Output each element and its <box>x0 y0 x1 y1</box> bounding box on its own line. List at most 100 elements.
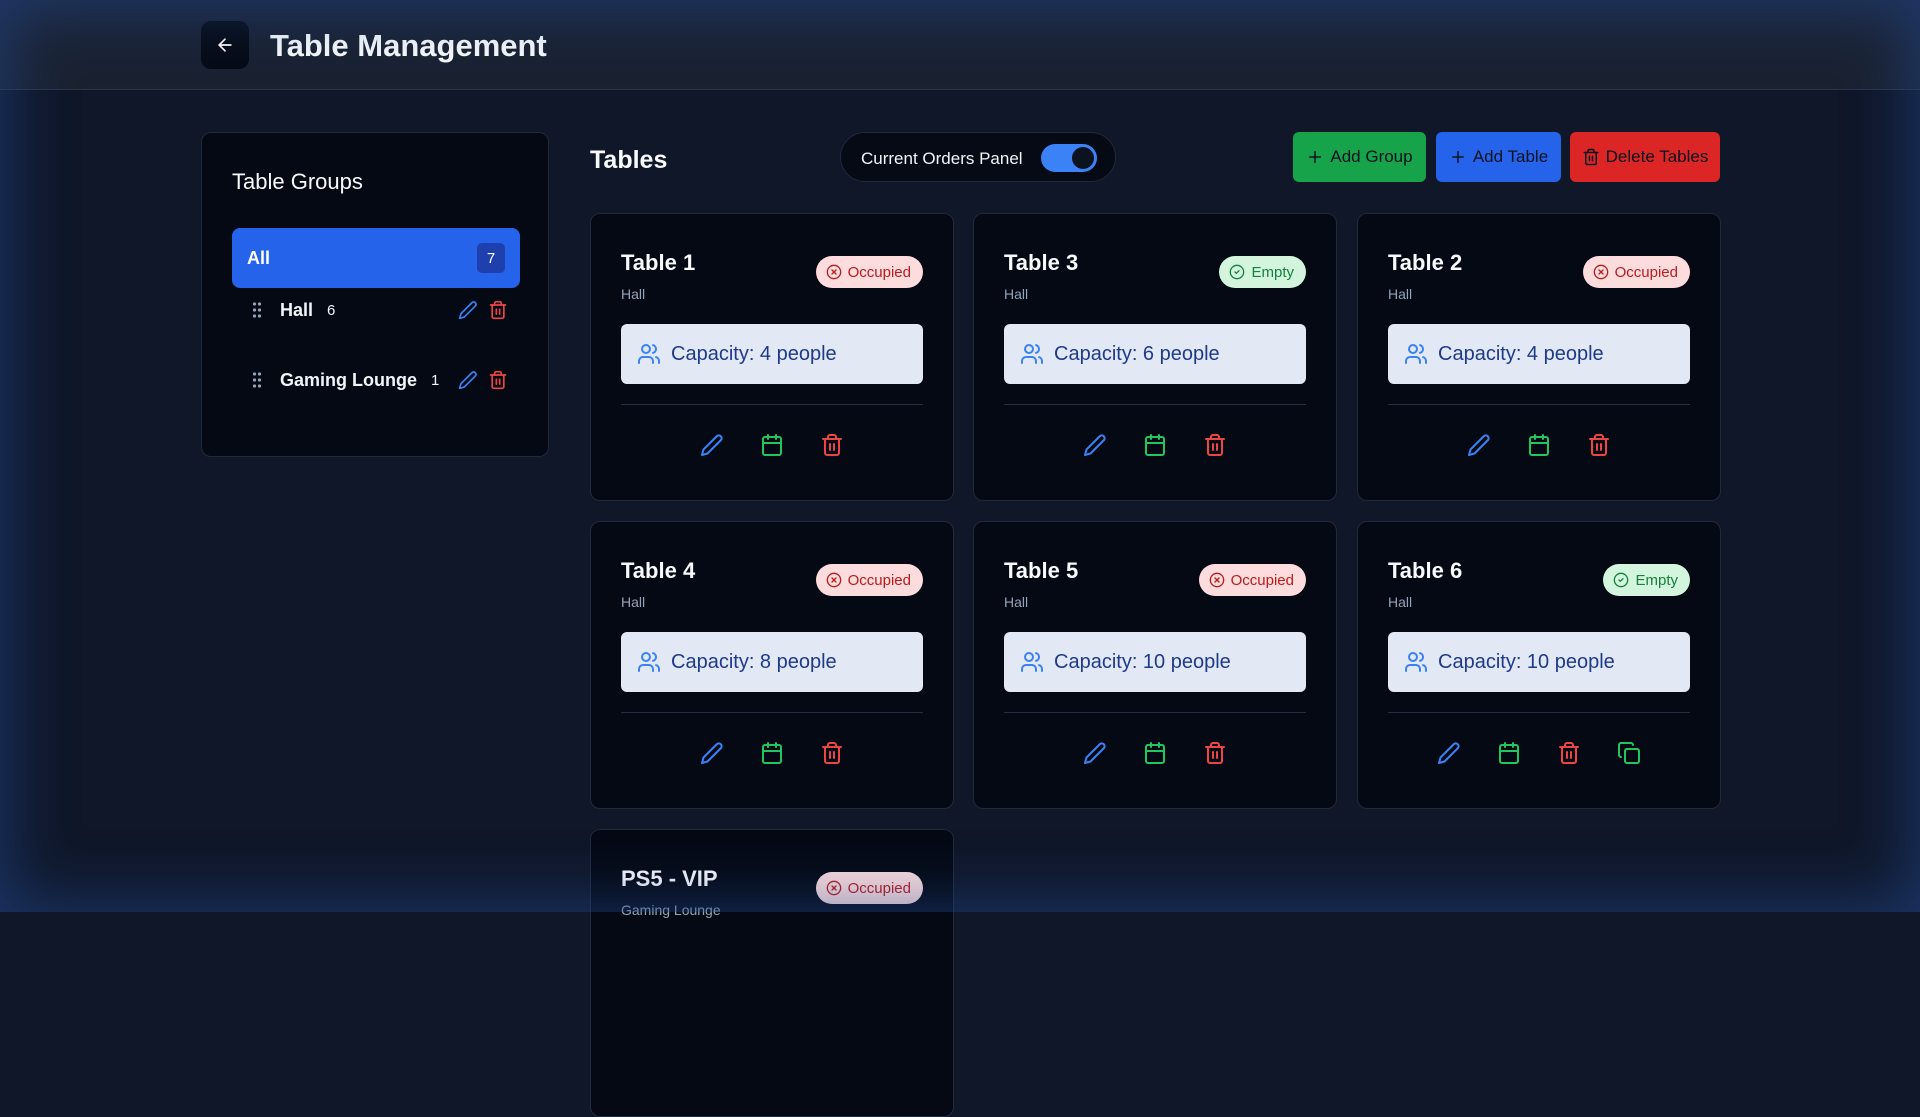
card-divider <box>621 712 923 713</box>
x-circle-icon <box>826 264 842 280</box>
table-card[interactable]: Table 6 Hall Empty Capacity: 10 people <box>1357 521 1721 809</box>
status-label: Empty <box>1251 263 1294 281</box>
group-all-count-badge: 7 <box>477 243 505 273</box>
edit-table-icon[interactable] <box>1437 740 1461 766</box>
drag-handle-icon[interactable] <box>250 370 264 390</box>
edit-group-icon[interactable] <box>458 370 478 395</box>
toggle-knob <box>1072 147 1094 169</box>
x-circle-icon <box>826 880 842 896</box>
capacity-box: Capacity: 10 people <box>1004 632 1306 692</box>
status-badge: Occupied <box>1198 564 1306 596</box>
table-title: Table 2 <box>1388 250 1463 275</box>
table-group-name: Hall <box>621 594 646 610</box>
edit-table-icon[interactable] <box>1467 432 1491 458</box>
card-actions <box>1004 740 1306 770</box>
group-name: Hall <box>280 299 314 320</box>
group-item-gaming-lounge[interactable]: Gaming Lounge 1 <box>250 360 520 400</box>
group-all-label: All <box>247 248 271 268</box>
arrow-left-icon <box>218 38 232 52</box>
card-divider <box>1004 712 1306 713</box>
table-group-name: Hall <box>1004 286 1029 302</box>
current-orders-toggle[interactable] <box>1041 144 1097 172</box>
users-icon <box>1020 650 1044 674</box>
top-bar: Table Management <box>0 0 1920 90</box>
capacity-box: Capacity: 8 people <box>621 632 923 692</box>
capacity-box: Capacity: 4 people <box>621 324 923 384</box>
table-card[interactable]: PS5 - VIP Gaming Lounge Occupied <box>590 829 954 1117</box>
group-item-hall[interactable]: Hall 6 <box>250 290 520 330</box>
delete-table-icon[interactable] <box>820 740 844 766</box>
status-badge: Occupied <box>815 256 923 288</box>
delete-table-icon[interactable] <box>1203 740 1227 766</box>
edit-table-icon[interactable] <box>700 432 724 458</box>
calendar-icon[interactable] <box>1143 432 1167 458</box>
capacity-text: Capacity: 4 people <box>1438 342 1604 365</box>
current-orders-label: Current Orders Panel <box>861 149 1023 168</box>
capacity-box: Capacity: 10 people <box>1388 632 1690 692</box>
users-icon <box>1020 342 1044 366</box>
calendar-icon[interactable] <box>1527 432 1551 458</box>
add-table-button[interactable]: Add Table <box>1436 132 1561 182</box>
card-actions <box>1388 432 1690 462</box>
capacity-text: Capacity: 4 people <box>671 342 837 365</box>
card-actions <box>621 740 923 770</box>
x-circle-icon <box>1209 572 1225 588</box>
add-group-button[interactable]: Add Group <box>1293 132 1426 182</box>
card-divider <box>1388 712 1690 713</box>
calendar-icon[interactable] <box>760 432 784 458</box>
card-actions <box>1004 432 1306 462</box>
status-badge: Empty <box>1219 256 1306 288</box>
add-group-label: Add Group <box>1330 147 1413 166</box>
status-label: Occupied <box>1614 263 1678 281</box>
delete-group-icon[interactable] <box>488 300 508 325</box>
delete-table-icon[interactable] <box>1203 432 1227 458</box>
card-divider <box>1388 404 1690 405</box>
edit-group-icon[interactable] <box>458 300 478 325</box>
table-title: Table 1 <box>621 250 696 275</box>
delete-tables-button[interactable]: Delete Tables <box>1570 132 1720 182</box>
table-group-name: Hall <box>621 286 646 302</box>
copy-icon[interactable] <box>1617 740 1641 766</box>
table-title: Table 6 <box>1388 558 1463 583</box>
calendar-icon[interactable] <box>760 740 784 766</box>
delete-table-icon[interactable] <box>1587 432 1611 458</box>
status-label: Occupied <box>847 879 911 897</box>
capacity-box: Capacity: 4 people <box>1388 324 1690 384</box>
table-card[interactable]: Table 5 Hall Occupied Capacity: 10 people <box>973 521 1337 809</box>
check-circle-icon <box>1613 572 1629 588</box>
delete-group-icon[interactable] <box>488 370 508 395</box>
calendar-icon[interactable] <box>1143 740 1167 766</box>
edit-table-icon[interactable] <box>1083 740 1107 766</box>
calendar-icon[interactable] <box>1497 740 1521 766</box>
table-card[interactable]: Table 3 Hall Empty Capacity: 6 people <box>973 213 1337 501</box>
table-card[interactable]: Table 4 Hall Occupied Capacity: 8 people <box>590 521 954 809</box>
group-item-all[interactable]: All 7 <box>232 228 520 288</box>
table-card[interactable]: Table 1 Hall Occupied Capacity: 4 people <box>590 213 954 501</box>
group-name: Gaming Lounge <box>280 369 417 390</box>
delete-table-icon[interactable] <box>1557 740 1581 766</box>
edit-table-icon[interactable] <box>1083 432 1107 458</box>
back-button[interactable] <box>201 21 249 69</box>
table-title: PS5 - VIP <box>621 866 718 891</box>
add-table-label: Add Table <box>1472 147 1549 166</box>
drag-handle-icon[interactable] <box>250 300 264 320</box>
page-title: Table Management <box>270 28 547 63</box>
table-group-name: Hall <box>1388 286 1413 302</box>
capacity-box: Capacity: 6 people <box>1004 324 1306 384</box>
table-group-name: Gaming Lounge <box>621 902 721 918</box>
table-title: Table 3 <box>1004 250 1079 275</box>
edit-table-icon[interactable] <box>700 740 724 766</box>
card-divider <box>1004 404 1306 405</box>
delete-tables-label: Delete Tables <box>1605 147 1709 166</box>
card-actions <box>621 432 923 462</box>
tables-title: Tables <box>590 146 668 174</box>
trash-icon <box>1583 148 1599 166</box>
x-circle-icon <box>1593 264 1609 280</box>
table-card[interactable]: Table 2 Hall Occupied Capacity: 4 people <box>1357 213 1721 501</box>
status-badge: Occupied <box>1582 256 1690 288</box>
group-count: 6 <box>327 301 336 319</box>
delete-table-icon[interactable] <box>820 432 844 458</box>
status-label: Empty <box>1635 571 1678 589</box>
table-group-name: Hall <box>1004 594 1029 610</box>
users-icon <box>1404 342 1428 366</box>
